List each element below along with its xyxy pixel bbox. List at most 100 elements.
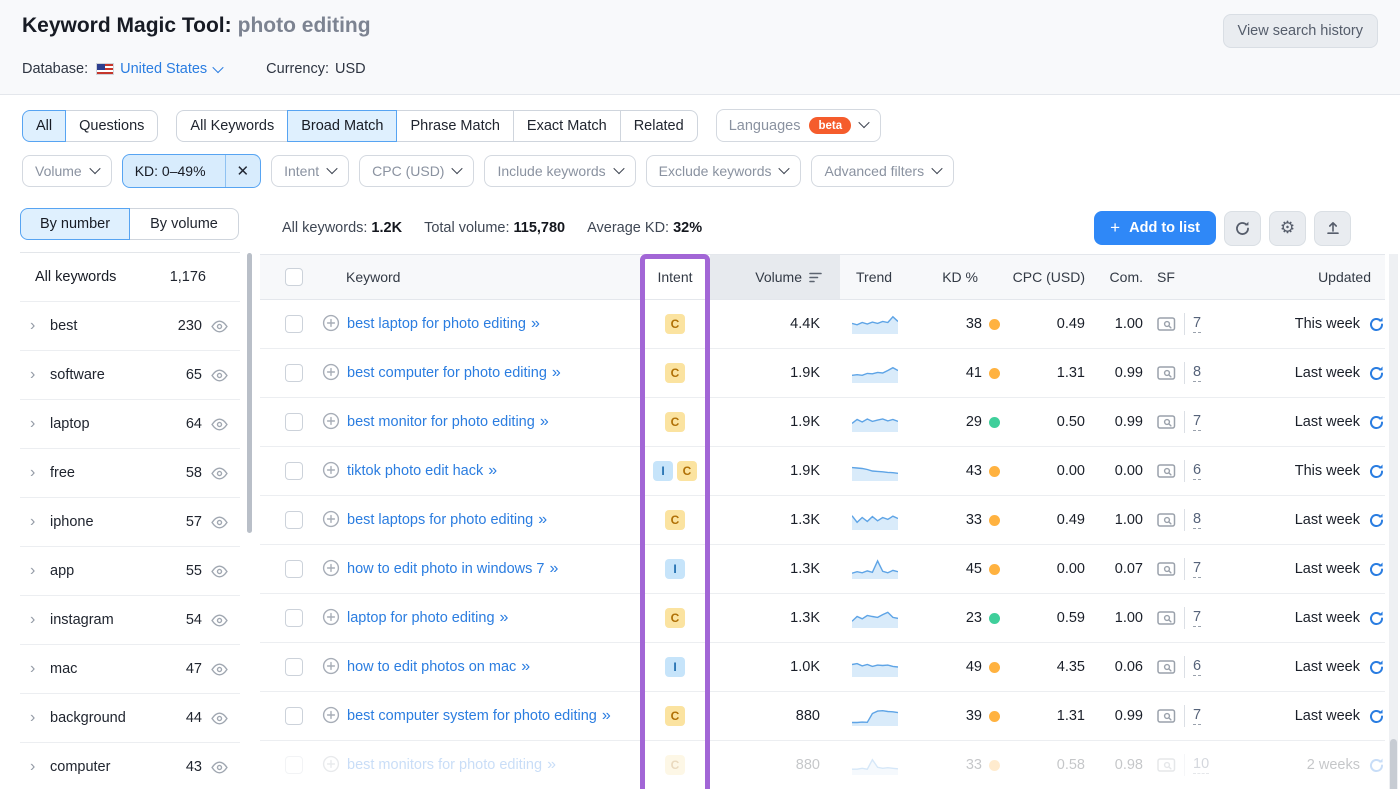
expand-keyword-icon[interactable]: » xyxy=(521,658,530,675)
keyword-link[interactable]: best computer for photo editing xyxy=(347,365,547,381)
keyword-group-item[interactable]: › background 44 xyxy=(20,694,240,743)
serp-preview-icon[interactable] xyxy=(1157,610,1176,626)
serp-preview-icon[interactable] xyxy=(1157,512,1176,528)
include-keywords-dropdown[interactable]: Include keywords xyxy=(484,155,635,187)
expand-group-icon[interactable]: › xyxy=(30,416,50,432)
col-header-kd[interactable]: KD % xyxy=(940,269,1000,285)
expand-keyword-icon[interactable]: » xyxy=(552,364,561,381)
keyword-group-item[interactable]: › laptop 64 xyxy=(20,400,240,449)
eye-icon[interactable] xyxy=(211,565,228,578)
expand-group-icon[interactable]: › xyxy=(30,465,50,481)
keyword-link[interactable]: how to edit photo in windows 7 xyxy=(347,561,545,577)
expand-keyword-icon[interactable]: » xyxy=(550,560,559,577)
row-checkbox[interactable] xyxy=(285,315,303,333)
add-keyword-icon[interactable] xyxy=(322,363,340,381)
sf-count-link[interactable]: 7 xyxy=(1193,707,1201,725)
refresh-metrics-icon[interactable] xyxy=(1368,365,1385,382)
keyword-group-item[interactable]: › best 230 xyxy=(20,302,240,351)
keyword-group-item[interactable]: › app 55 xyxy=(20,547,240,596)
serp-preview-icon[interactable] xyxy=(1157,659,1176,675)
expand-group-icon[interactable]: › xyxy=(30,759,50,775)
col-header-updated[interactable]: Updated xyxy=(1235,269,1385,285)
sf-count-link[interactable]: 10 xyxy=(1193,756,1209,774)
export-button[interactable] xyxy=(1314,211,1351,246)
keyword-group-item[interactable]: › instagram 54 xyxy=(20,596,240,645)
col-header-cpc[interactable]: CPC (USD) xyxy=(1000,269,1095,285)
col-header-com[interactable]: Com. xyxy=(1095,269,1155,285)
keyword-group-item[interactable]: › computer 43 xyxy=(20,743,240,789)
serp-preview-icon[interactable] xyxy=(1157,365,1176,381)
row-checkbox[interactable] xyxy=(285,609,303,627)
intent-filter-dropdown[interactable]: Intent xyxy=(271,155,349,187)
sf-count-link[interactable]: 7 xyxy=(1193,413,1201,431)
row-checkbox[interactable] xyxy=(285,511,303,529)
serp-preview-icon[interactable] xyxy=(1157,708,1176,724)
volume-filter-dropdown[interactable]: Volume xyxy=(22,155,112,187)
refresh-metrics-icon[interactable] xyxy=(1368,610,1385,627)
keyword-link[interactable]: best monitor for photo editing xyxy=(347,414,535,430)
expand-keyword-icon[interactable]: » xyxy=(488,462,497,479)
expand-keyword-icon[interactable]: » xyxy=(602,707,611,724)
add-keyword-icon[interactable] xyxy=(322,755,340,773)
expand-group-icon[interactable]: › xyxy=(30,367,50,383)
sf-count-link[interactable]: 6 xyxy=(1193,462,1201,480)
keyword-link[interactable]: how to edit photos on mac xyxy=(347,659,516,675)
expand-group-icon[interactable]: › xyxy=(30,514,50,530)
expand-keyword-icon[interactable]: » xyxy=(538,511,547,528)
refresh-metrics-icon[interactable] xyxy=(1368,414,1385,431)
eye-icon[interactable] xyxy=(211,418,228,431)
refresh-metrics-icon[interactable] xyxy=(1368,316,1385,333)
expand-keyword-icon[interactable]: » xyxy=(540,413,549,430)
keyword-link[interactable]: laptop for photo editing xyxy=(347,610,495,626)
advanced-filters-dropdown[interactable]: Advanced filters xyxy=(811,155,954,187)
add-keyword-icon[interactable] xyxy=(322,510,340,528)
eye-icon[interactable] xyxy=(211,712,228,725)
row-checkbox[interactable] xyxy=(285,462,303,480)
add-keyword-icon[interactable] xyxy=(322,461,340,479)
tab-all-keywords[interactable]: All Keywords xyxy=(176,110,288,142)
eye-icon[interactable] xyxy=(211,467,228,480)
keyword-link[interactable]: best laptops for photo editing xyxy=(347,512,533,528)
serp-preview-icon[interactable] xyxy=(1157,463,1176,479)
row-checkbox[interactable] xyxy=(285,413,303,431)
expand-group-icon[interactable]: › xyxy=(30,661,50,677)
tab-broad-match[interactable]: Broad Match xyxy=(287,110,397,142)
serp-preview-icon[interactable] xyxy=(1157,561,1176,577)
add-keyword-icon[interactable] xyxy=(322,412,340,430)
col-header-volume[interactable]: Volume xyxy=(710,255,840,299)
sf-count-link[interactable]: 7 xyxy=(1193,315,1201,333)
refresh-metrics-icon[interactable] xyxy=(1368,708,1385,725)
add-keyword-icon[interactable] xyxy=(322,314,340,332)
expand-keyword-icon[interactable]: » xyxy=(500,609,509,626)
database-select[interactable]: United States xyxy=(120,61,222,77)
expand-group-icon[interactable]: › xyxy=(30,563,50,579)
keyword-group-item[interactable]: › software 65 xyxy=(20,351,240,400)
keyword-link[interactable]: best monitors for photo editing xyxy=(347,757,542,773)
refresh-metrics-icon[interactable] xyxy=(1368,757,1385,774)
eye-icon[interactable] xyxy=(211,663,228,676)
expand-group-icon[interactable]: › xyxy=(30,710,50,726)
serp-preview-icon[interactable] xyxy=(1157,757,1176,773)
keyword-link[interactable]: tiktok photo edit hack xyxy=(347,463,483,479)
expand-keyword-icon[interactable]: » xyxy=(547,756,556,773)
tab-phrase-match[interactable]: Phrase Match xyxy=(396,110,513,142)
kd-filter-chip[interactable]: KD: 0–49% ✕ xyxy=(122,154,261,188)
sf-count-link[interactable]: 8 xyxy=(1193,511,1201,529)
sf-count-link[interactable]: 7 xyxy=(1193,560,1201,578)
keyword-group-item[interactable]: › free 58 xyxy=(20,449,240,498)
refresh-metrics-icon[interactable] xyxy=(1368,659,1385,676)
tab-related[interactable]: Related xyxy=(620,110,698,142)
table-scrollbar[interactable] xyxy=(1389,254,1398,789)
tab-all[interactable]: All xyxy=(22,110,66,142)
keyword-group-item[interactable]: › mac 47 xyxy=(20,645,240,694)
eye-icon[interactable] xyxy=(211,516,228,529)
cpc-filter-dropdown[interactable]: CPC (USD) xyxy=(359,155,474,187)
row-checkbox[interactable] xyxy=(285,658,303,676)
add-keyword-icon[interactable] xyxy=(322,706,340,724)
row-checkbox[interactable] xyxy=(285,364,303,382)
refresh-metrics-icon[interactable] xyxy=(1368,561,1385,578)
serp-preview-icon[interactable] xyxy=(1157,316,1176,332)
tab-exact-match[interactable]: Exact Match xyxy=(513,110,621,142)
sf-count-link[interactable]: 6 xyxy=(1193,658,1201,676)
keyword-link[interactable]: best computer system for photo editing xyxy=(347,708,597,724)
